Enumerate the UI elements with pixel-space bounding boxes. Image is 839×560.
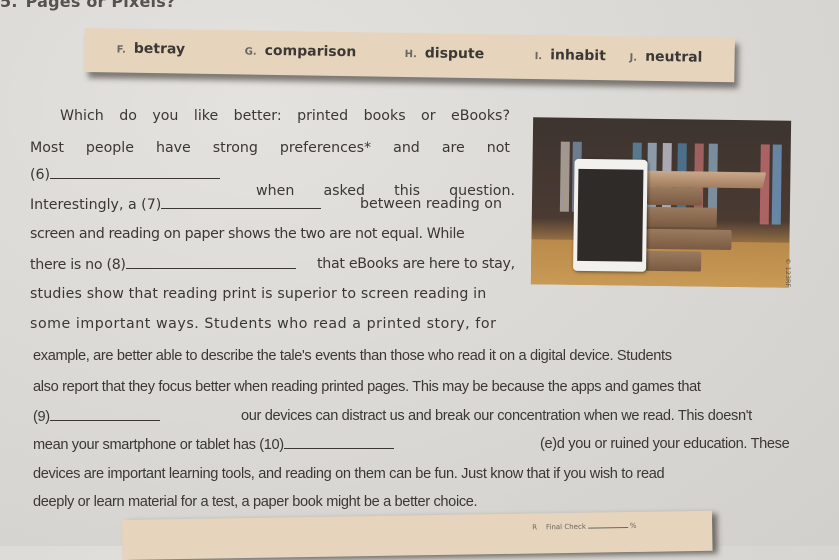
section-title: 5. Pages or Pixels? bbox=[0, 0, 175, 11]
final-check: R Final Check% bbox=[532, 522, 636, 532]
answer-blank-9[interactable] bbox=[49, 408, 160, 421]
tablet-screen bbox=[577, 168, 644, 262]
passage-photo bbox=[530, 117, 792, 288]
passage-line: studies show that reading print is super… bbox=[30, 286, 487, 302]
passage-line: mean your smartphone or tablet has (10) … bbox=[33, 436, 813, 453]
word: strong bbox=[212, 140, 258, 156]
book-stack bbox=[646, 250, 702, 272]
passage-line: (6) when asked this question. bbox=[30, 166, 515, 199]
word: books bbox=[363, 108, 406, 124]
answer-blank-7[interactable] bbox=[161, 196, 322, 209]
word-bank: F. betray G. comparison H. dispute I. in… bbox=[84, 28, 735, 83]
book-stack bbox=[646, 228, 732, 250]
word: you bbox=[152, 108, 179, 124]
passage-line: example, are better able to describe the… bbox=[33, 348, 672, 364]
question-number-6: (6) bbox=[30, 167, 51, 183]
question-number-7: Interestingly, a (7) bbox=[30, 197, 162, 213]
word-letter: F. bbox=[116, 44, 126, 56]
passage-line: screen and reading on paper shows the tw… bbox=[30, 226, 465, 242]
open-book bbox=[642, 170, 767, 189]
answer-blank-8[interactable] bbox=[125, 256, 296, 269]
tablet-device bbox=[573, 158, 648, 272]
answer-blank-6[interactable] bbox=[50, 166, 221, 179]
passage-line: there is no (8) that eBooks are here to … bbox=[30, 256, 515, 273]
word: Most bbox=[30, 140, 64, 156]
shelf-book bbox=[559, 141, 570, 212]
word: comparison bbox=[264, 42, 357, 61]
word: betray bbox=[133, 40, 186, 58]
text: (e)d you or ruined your education. These bbox=[540, 436, 790, 452]
word-letter: G. bbox=[244, 46, 257, 58]
word-bank-item: H. dispute bbox=[405, 45, 485, 62]
passage-line: Which do you like better: printed books … bbox=[60, 108, 510, 124]
word: not bbox=[486, 140, 510, 156]
word: printed bbox=[297, 108, 349, 124]
word: neutral bbox=[645, 48, 703, 66]
word: inhabit bbox=[550, 47, 606, 65]
score-blank[interactable] bbox=[587, 527, 628, 529]
answer-blank-10[interactable] bbox=[283, 436, 394, 449]
photo-credit: © 123RF bbox=[784, 258, 792, 288]
word-letter: J. bbox=[629, 52, 638, 64]
passage-line: devices are important learning tools, an… bbox=[33, 466, 665, 482]
percent-sign: % bbox=[629, 521, 637, 531]
book-stack bbox=[646, 186, 703, 206]
passage-line: (9) our devices can distract us and brea… bbox=[33, 408, 813, 425]
word: or bbox=[421, 108, 436, 124]
final-check-box: R Final Check% bbox=[122, 510, 713, 560]
word-bank-item: F. betray bbox=[117, 41, 186, 58]
word: preferences* bbox=[279, 140, 372, 156]
passage-line: Interestingly, a (7) between reading on bbox=[30, 196, 515, 213]
word: better: bbox=[233, 108, 282, 124]
passage-line: some important ways. Students who read a… bbox=[30, 316, 497, 332]
word: people bbox=[85, 140, 134, 156]
word-letter: H. bbox=[404, 49, 417, 61]
word: are bbox=[441, 140, 465, 156]
passage-line: also report that they focus better when … bbox=[33, 379, 701, 395]
word: have bbox=[155, 140, 191, 156]
word: do bbox=[119, 108, 137, 124]
title-text: Pages or Pixels? bbox=[25, 0, 176, 11]
word: and bbox=[393, 140, 420, 156]
word: like bbox=[193, 108, 219, 124]
word: eBooks? bbox=[451, 108, 510, 124]
question-number-9: (9) bbox=[33, 409, 50, 425]
question-number-10: mean your smartphone or tablet has (10) bbox=[33, 437, 284, 453]
word: Which bbox=[60, 108, 104, 124]
final-check-label: Final Check bbox=[545, 522, 586, 532]
word-bank-item: G. comparison bbox=[244, 42, 357, 61]
text: that eBooks are here to stay, bbox=[317, 256, 515, 272]
book-stack bbox=[646, 206, 717, 228]
passage-line: deeply or learn material for a test, a p… bbox=[33, 494, 478, 510]
text: our devices can distract us and break ou… bbox=[241, 408, 752, 424]
question-number-8: there is no (8) bbox=[30, 257, 126, 273]
word: dispute bbox=[424, 45, 485, 63]
passage-line: Most people have strong preferences* and… bbox=[30, 140, 510, 156]
text: between reading on bbox=[360, 196, 502, 212]
shelf-book bbox=[771, 144, 782, 225]
section-number: 5. bbox=[0, 0, 18, 11]
word-bank-item: I. inhabit bbox=[535, 47, 606, 64]
word-bank-item: J. neutral bbox=[629, 48, 703, 66]
word-letter: I. bbox=[534, 51, 543, 63]
marker: R bbox=[532, 523, 538, 532]
